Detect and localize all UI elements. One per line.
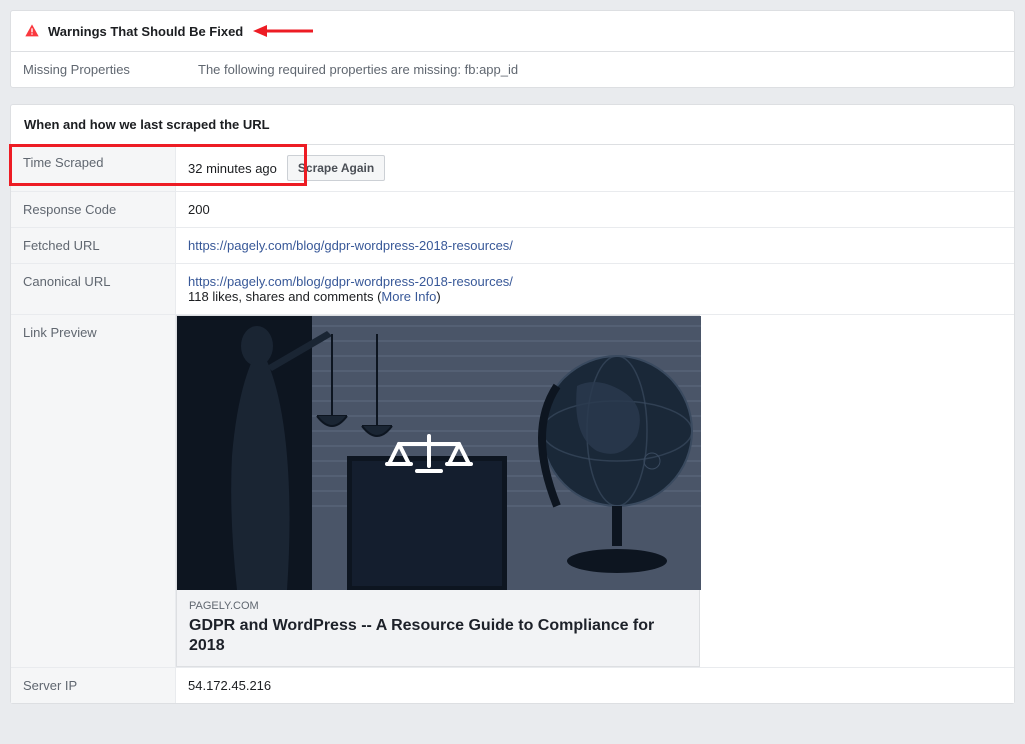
fetched-url-link[interactable]: https://pagely.com/blog/gdpr-wordpress-2… (188, 238, 513, 253)
link-preview-domain: PAGELY.COM (189, 600, 687, 612)
link-preview-title: GDPR and WordPress -- A Resource Guide t… (189, 616, 687, 656)
time-scraped-label: Time Scraped (11, 145, 176, 191)
arrow-annotation-icon (253, 23, 313, 39)
server-ip-row: Server IP 54.172.45.216 (11, 668, 1014, 703)
server-ip-value: 54.172.45.216 (176, 668, 1014, 703)
warnings-header: Warnings That Should Be Fixed (11, 11, 1014, 52)
time-scraped-row: Time Scraped 32 minutes ago Scrape Again (11, 145, 1014, 192)
scrape-panel: When and how we last scraped the URL Tim… (10, 104, 1015, 704)
warnings-title: Warnings That Should Be Fixed (48, 24, 243, 39)
link-preview-value-cell: PAGELY.COM GDPR and WordPress -- A Resou… (176, 315, 1014, 667)
link-preview-card[interactable]: PAGELY.COM GDPR and WordPress -- A Resou… (176, 315, 700, 667)
fetched-url-value-cell: https://pagely.com/blog/gdpr-wordpress-2… (176, 228, 1014, 263)
server-ip-label: Server IP (11, 668, 176, 703)
warnings-property-text: The following required properties are mi… (198, 62, 518, 77)
more-info-link[interactable]: More Info (381, 289, 436, 304)
warning-triangle-icon (24, 23, 40, 39)
response-code-value: 200 (176, 192, 1014, 227)
canonical-url-label: Canonical URL (11, 264, 176, 314)
link-preview-image (177, 316, 701, 590)
canonical-url-row: Canonical URL https://pagely.com/blog/gd… (11, 264, 1014, 315)
link-preview-label: Link Preview (11, 315, 176, 667)
time-scraped-value-cell: 32 minutes ago Scrape Again (176, 145, 1014, 191)
scrape-title: When and how we last scraped the URL (24, 117, 270, 132)
canonical-url-value-cell: https://pagely.com/blog/gdpr-wordpress-2… (176, 264, 1014, 314)
scrape-again-button[interactable]: Scrape Again (287, 155, 385, 181)
preview-illustration (177, 316, 701, 590)
link-preview-row: Link Preview (11, 315, 1014, 668)
fetched-url-row: Fetched URL https://pagely.com/blog/gdpr… (11, 228, 1014, 264)
link-preview-meta: PAGELY.COM GDPR and WordPress -- A Resou… (177, 590, 699, 666)
canonical-likes-prefix: 118 likes, shares and comments ( (188, 289, 381, 304)
canonical-likes-suffix: ) (436, 289, 440, 304)
warnings-body: Missing Properties The following require… (11, 52, 1014, 87)
canonical-url-link[interactable]: https://pagely.com/blog/gdpr-wordpress-2… (188, 274, 513, 289)
warnings-panel: Warnings That Should Be Fixed Missing Pr… (10, 10, 1015, 88)
warnings-property-label: Missing Properties (23, 62, 198, 77)
response-code-row: Response Code 200 (11, 192, 1014, 228)
scrape-header: When and how we last scraped the URL (11, 105, 1014, 145)
time-scraped-value: 32 minutes ago (188, 161, 277, 176)
fetched-url-label: Fetched URL (11, 228, 176, 263)
response-code-label: Response Code (11, 192, 176, 227)
